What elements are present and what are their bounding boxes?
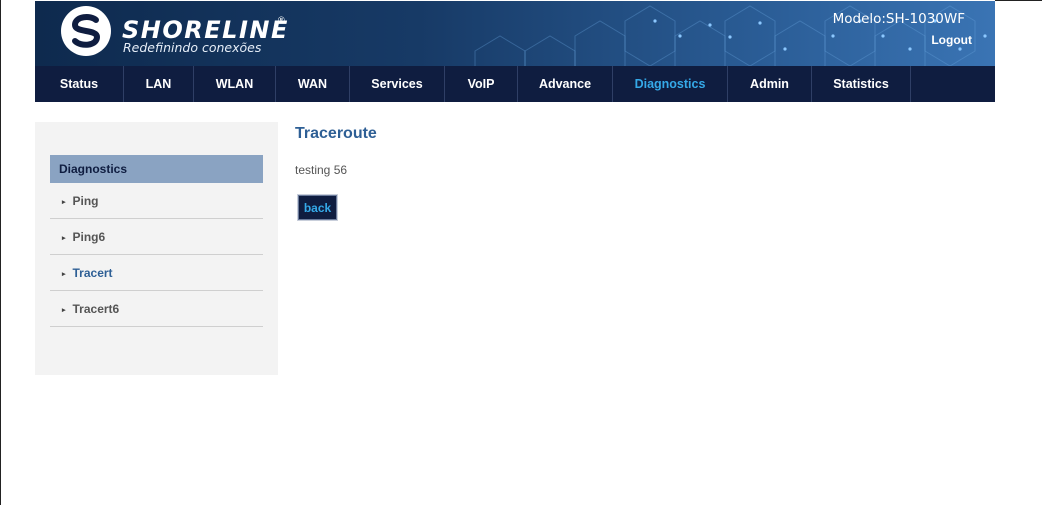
logo-mark-icon xyxy=(61,6,111,56)
main-nav: Status LAN WLAN WAN Services VoIP Advanc… xyxy=(35,66,995,102)
sidebar: Diagnostics ▸ Ping ▸ Ping6 ▸ Tracert ▸ Trace… xyxy=(35,122,278,375)
nav-wan[interactable]: WAN xyxy=(276,66,350,102)
back-button[interactable]: back xyxy=(297,194,338,221)
page-title: Traceroute xyxy=(295,125,377,142)
header-banner: SHORELINE ® Redefinindo conexões Modelo:… xyxy=(35,1,995,66)
brand-tagline: Redefinindo conexões xyxy=(123,40,262,55)
bullet-arrow-icon: ▸ xyxy=(62,271,66,278)
status-text: testing 56 xyxy=(295,163,348,177)
sidebar-item-tracert6[interactable]: ▸ Tracert6 xyxy=(50,291,263,327)
nav-diagnostics[interactable]: Diagnostics xyxy=(613,66,728,102)
registered-mark-icon: ® xyxy=(278,15,285,25)
sidebar-item-ping[interactable]: ▸ Ping xyxy=(50,183,263,219)
nav-admin[interactable]: Admin xyxy=(728,66,812,102)
sidebar-item-ping6[interactable]: ▸ Ping6 xyxy=(50,219,263,255)
sidebar-item-label: Tracert xyxy=(72,266,113,280)
nav-statistics[interactable]: Statistics xyxy=(812,66,911,102)
nav-lan[interactable]: LAN xyxy=(124,66,194,102)
bullet-arrow-icon: ▸ xyxy=(62,199,66,206)
sidebar-item-label: Ping xyxy=(72,194,99,208)
nav-wlan[interactable]: WLAN xyxy=(194,66,276,102)
sidebar-heading: Diagnostics xyxy=(50,155,263,183)
sidebar-item-label: Tracert6 xyxy=(72,302,120,316)
sidebar-item-label: Ping6 xyxy=(72,230,106,244)
sidebar-list: ▸ Ping ▸ Ping6 ▸ Tracert ▸ Tracert6 xyxy=(50,183,263,327)
model-label: Modelo:SH-1030WF xyxy=(832,11,965,27)
nav-services[interactable]: Services xyxy=(350,66,445,102)
nav-advance[interactable]: Advance xyxy=(518,66,613,102)
window-border-left xyxy=(0,0,1,505)
sidebar-item-tracert[interactable]: ▸ Tracert xyxy=(50,255,263,291)
logout-link[interactable]: Logout xyxy=(931,33,972,47)
window-border-top xyxy=(995,0,1042,1)
nav-status[interactable]: Status xyxy=(35,66,124,102)
bullet-arrow-icon: ▸ xyxy=(62,307,66,314)
bullet-arrow-icon: ▸ xyxy=(62,235,66,242)
nav-voip[interactable]: VoIP xyxy=(445,66,518,102)
